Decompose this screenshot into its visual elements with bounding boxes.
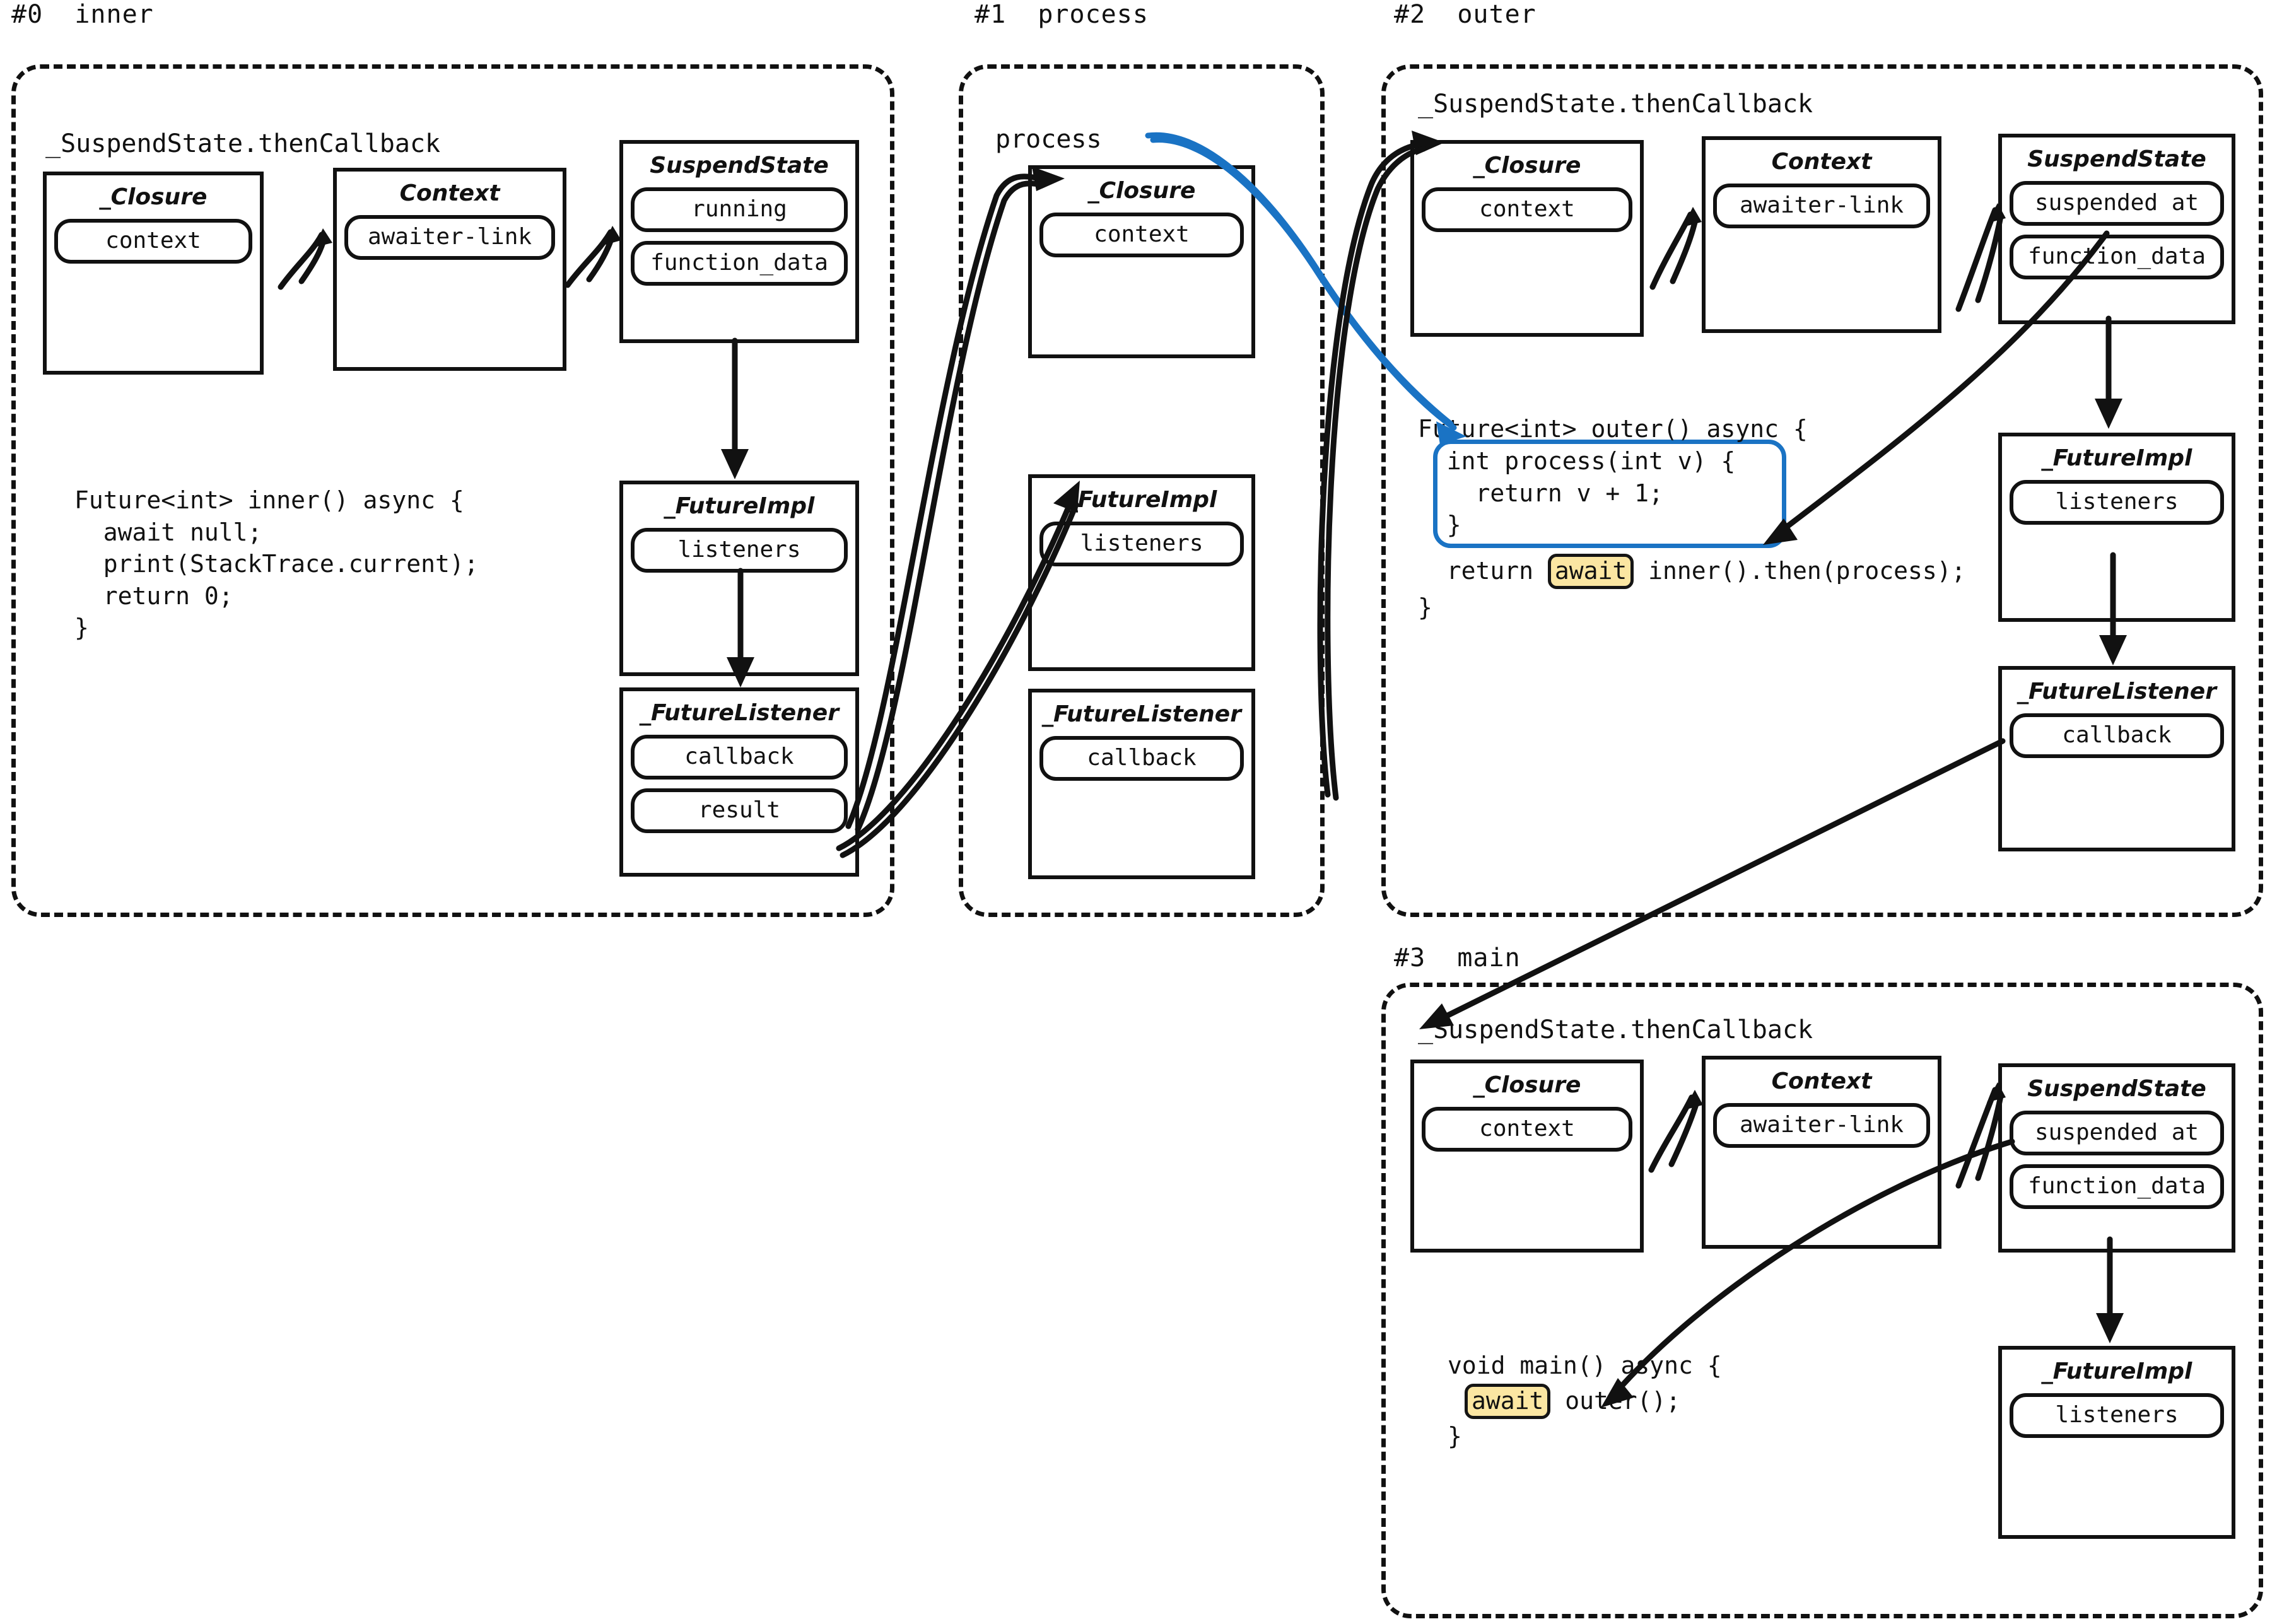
field-function-data: function_data xyxy=(2010,235,2224,279)
frame-label-main: #3 main xyxy=(1394,943,1521,973)
await-keyword-highlight: await xyxy=(1465,1384,1551,1419)
field-awaiter-link: awaiter-link xyxy=(1713,184,1930,228)
object-outer-context: Context awaiter-link xyxy=(1702,136,1941,333)
frame-title-process: process xyxy=(995,125,1102,154)
object-process-closure: _Closure context xyxy=(1028,165,1255,358)
object-name: _FutureImpl xyxy=(2041,1358,2192,1384)
field-listeners: listeners xyxy=(631,528,848,573)
object-name: _Closure xyxy=(1473,1072,1581,1098)
frame-label-inner: #0 inner xyxy=(11,0,154,29)
object-name: _FutureImpl xyxy=(2041,445,2192,471)
object-process-futurelistener: _FutureListener callback xyxy=(1028,689,1255,879)
code-main-await: await outer(); xyxy=(1465,1384,1681,1419)
code-line: Future<int> inner() async { xyxy=(74,486,464,514)
object-name: _FutureImpl xyxy=(1066,487,1217,513)
frame-label-outer: #2 outer xyxy=(1394,0,1537,29)
object-main-suspendstate: SuspendState suspended at function_data xyxy=(1998,1063,2235,1253)
field-context: context xyxy=(54,219,252,264)
object-inner-closure: _Closure context xyxy=(43,172,264,375)
object-main-context: Context awaiter-link xyxy=(1702,1056,1941,1249)
frame-title-inner: _SuspendState.thenCallback xyxy=(45,129,441,158)
frame-title-main: _SuspendState.thenCallback xyxy=(1418,1015,1813,1044)
code-line: print(StackTrace.current); xyxy=(74,550,479,578)
frame-label-process: #1 process xyxy=(975,0,1149,29)
code-line: return v + 1; xyxy=(1418,479,1663,507)
object-name: _FutureListener xyxy=(640,700,839,726)
code-main-head: void main() async { xyxy=(1448,1352,1722,1379)
object-inner-futureimpl: _FutureImpl listeners xyxy=(619,481,859,676)
object-outer-futurelistener: _FutureListener callback xyxy=(1998,666,2235,851)
field-function-data: function_data xyxy=(2010,1164,2224,1209)
object-inner-futurelistener: _FutureListener callback result xyxy=(619,687,859,877)
object-name: _Closure xyxy=(99,184,208,210)
field-context: context xyxy=(1422,187,1632,232)
object-outer-closure: _Closure context xyxy=(1410,140,1644,337)
object-name: SuspendState xyxy=(2027,1076,2206,1102)
code-outer-end: } xyxy=(1418,593,1432,621)
object-name: _Closure xyxy=(1473,153,1581,178)
diagram-canvas: #0 inner _SuspendState.thenCallback _Clo… xyxy=(0,0,2277,1624)
object-name: _FutureImpl xyxy=(664,493,815,519)
code-main-call: outer(); xyxy=(1550,1387,1681,1415)
code-outer-head: Future<int> outer() async { xyxy=(1418,415,1808,443)
object-name: _FutureListener xyxy=(2017,679,2216,704)
code-return-suffix: inner().then(process); xyxy=(1634,557,1966,585)
code-return-prefix: return xyxy=(1418,557,1548,585)
field-listeners: listeners xyxy=(1039,522,1244,566)
code-line: } xyxy=(74,614,89,642)
object-inner-context: Context awaiter-link xyxy=(333,168,566,371)
code-inner: Future<int> inner() async { await null; … xyxy=(74,484,479,644)
object-name: Context xyxy=(399,180,500,206)
frame-title-outer: _SuspendState.thenCallback xyxy=(1418,90,1813,119)
object-inner-suspendstate: SuspendState running function_data xyxy=(619,140,859,343)
object-main-futureimpl: _FutureImpl listeners xyxy=(1998,1346,2235,1539)
object-main-closure: _Closure context xyxy=(1410,1060,1644,1253)
code-outer-return: return await inner().then(process); xyxy=(1418,554,1966,589)
field-context: context xyxy=(1039,213,1244,257)
await-keyword-highlight: await xyxy=(1547,554,1634,589)
field-function-data: function_data xyxy=(631,241,848,286)
object-outer-futureimpl: _FutureImpl listeners xyxy=(1998,433,2235,622)
field-suspended-at: suspended at xyxy=(2010,181,2224,226)
code-line: } xyxy=(1418,511,1461,539)
field-running: running xyxy=(631,187,848,232)
code-line: return 0; xyxy=(74,581,233,610)
field-callback: callback xyxy=(1039,736,1244,781)
field-listeners: listeners xyxy=(2010,1393,2224,1438)
object-process-futureimpl: _FutureImpl listeners xyxy=(1028,474,1255,671)
field-context: context xyxy=(1422,1107,1632,1152)
object-name: SuspendState xyxy=(650,153,829,178)
field-awaiter-link: awaiter-link xyxy=(344,215,555,260)
object-name: Context xyxy=(1771,149,1872,175)
object-name: _FutureListener xyxy=(1042,701,1241,727)
code-main-end: } xyxy=(1448,1422,1462,1450)
object-name: Context xyxy=(1771,1068,1872,1094)
field-result: result xyxy=(631,788,848,833)
code-outer-closure: int process(int v) { return v + 1; } xyxy=(1418,445,1736,541)
field-suspended-at: suspended at xyxy=(2010,1111,2224,1155)
field-awaiter-link: awaiter-link xyxy=(1713,1103,1930,1148)
code-line: int process(int v) { xyxy=(1418,447,1736,475)
field-listeners: listeners xyxy=(2010,480,2224,525)
code-line: await null; xyxy=(74,518,262,546)
field-callback: callback xyxy=(631,735,848,780)
object-name: SuspendState xyxy=(2027,146,2206,172)
object-name: _Closure xyxy=(1087,178,1196,204)
object-outer-suspendstate: SuspendState suspended at function_data xyxy=(1998,134,2235,324)
field-callback: callback xyxy=(2010,713,2224,758)
